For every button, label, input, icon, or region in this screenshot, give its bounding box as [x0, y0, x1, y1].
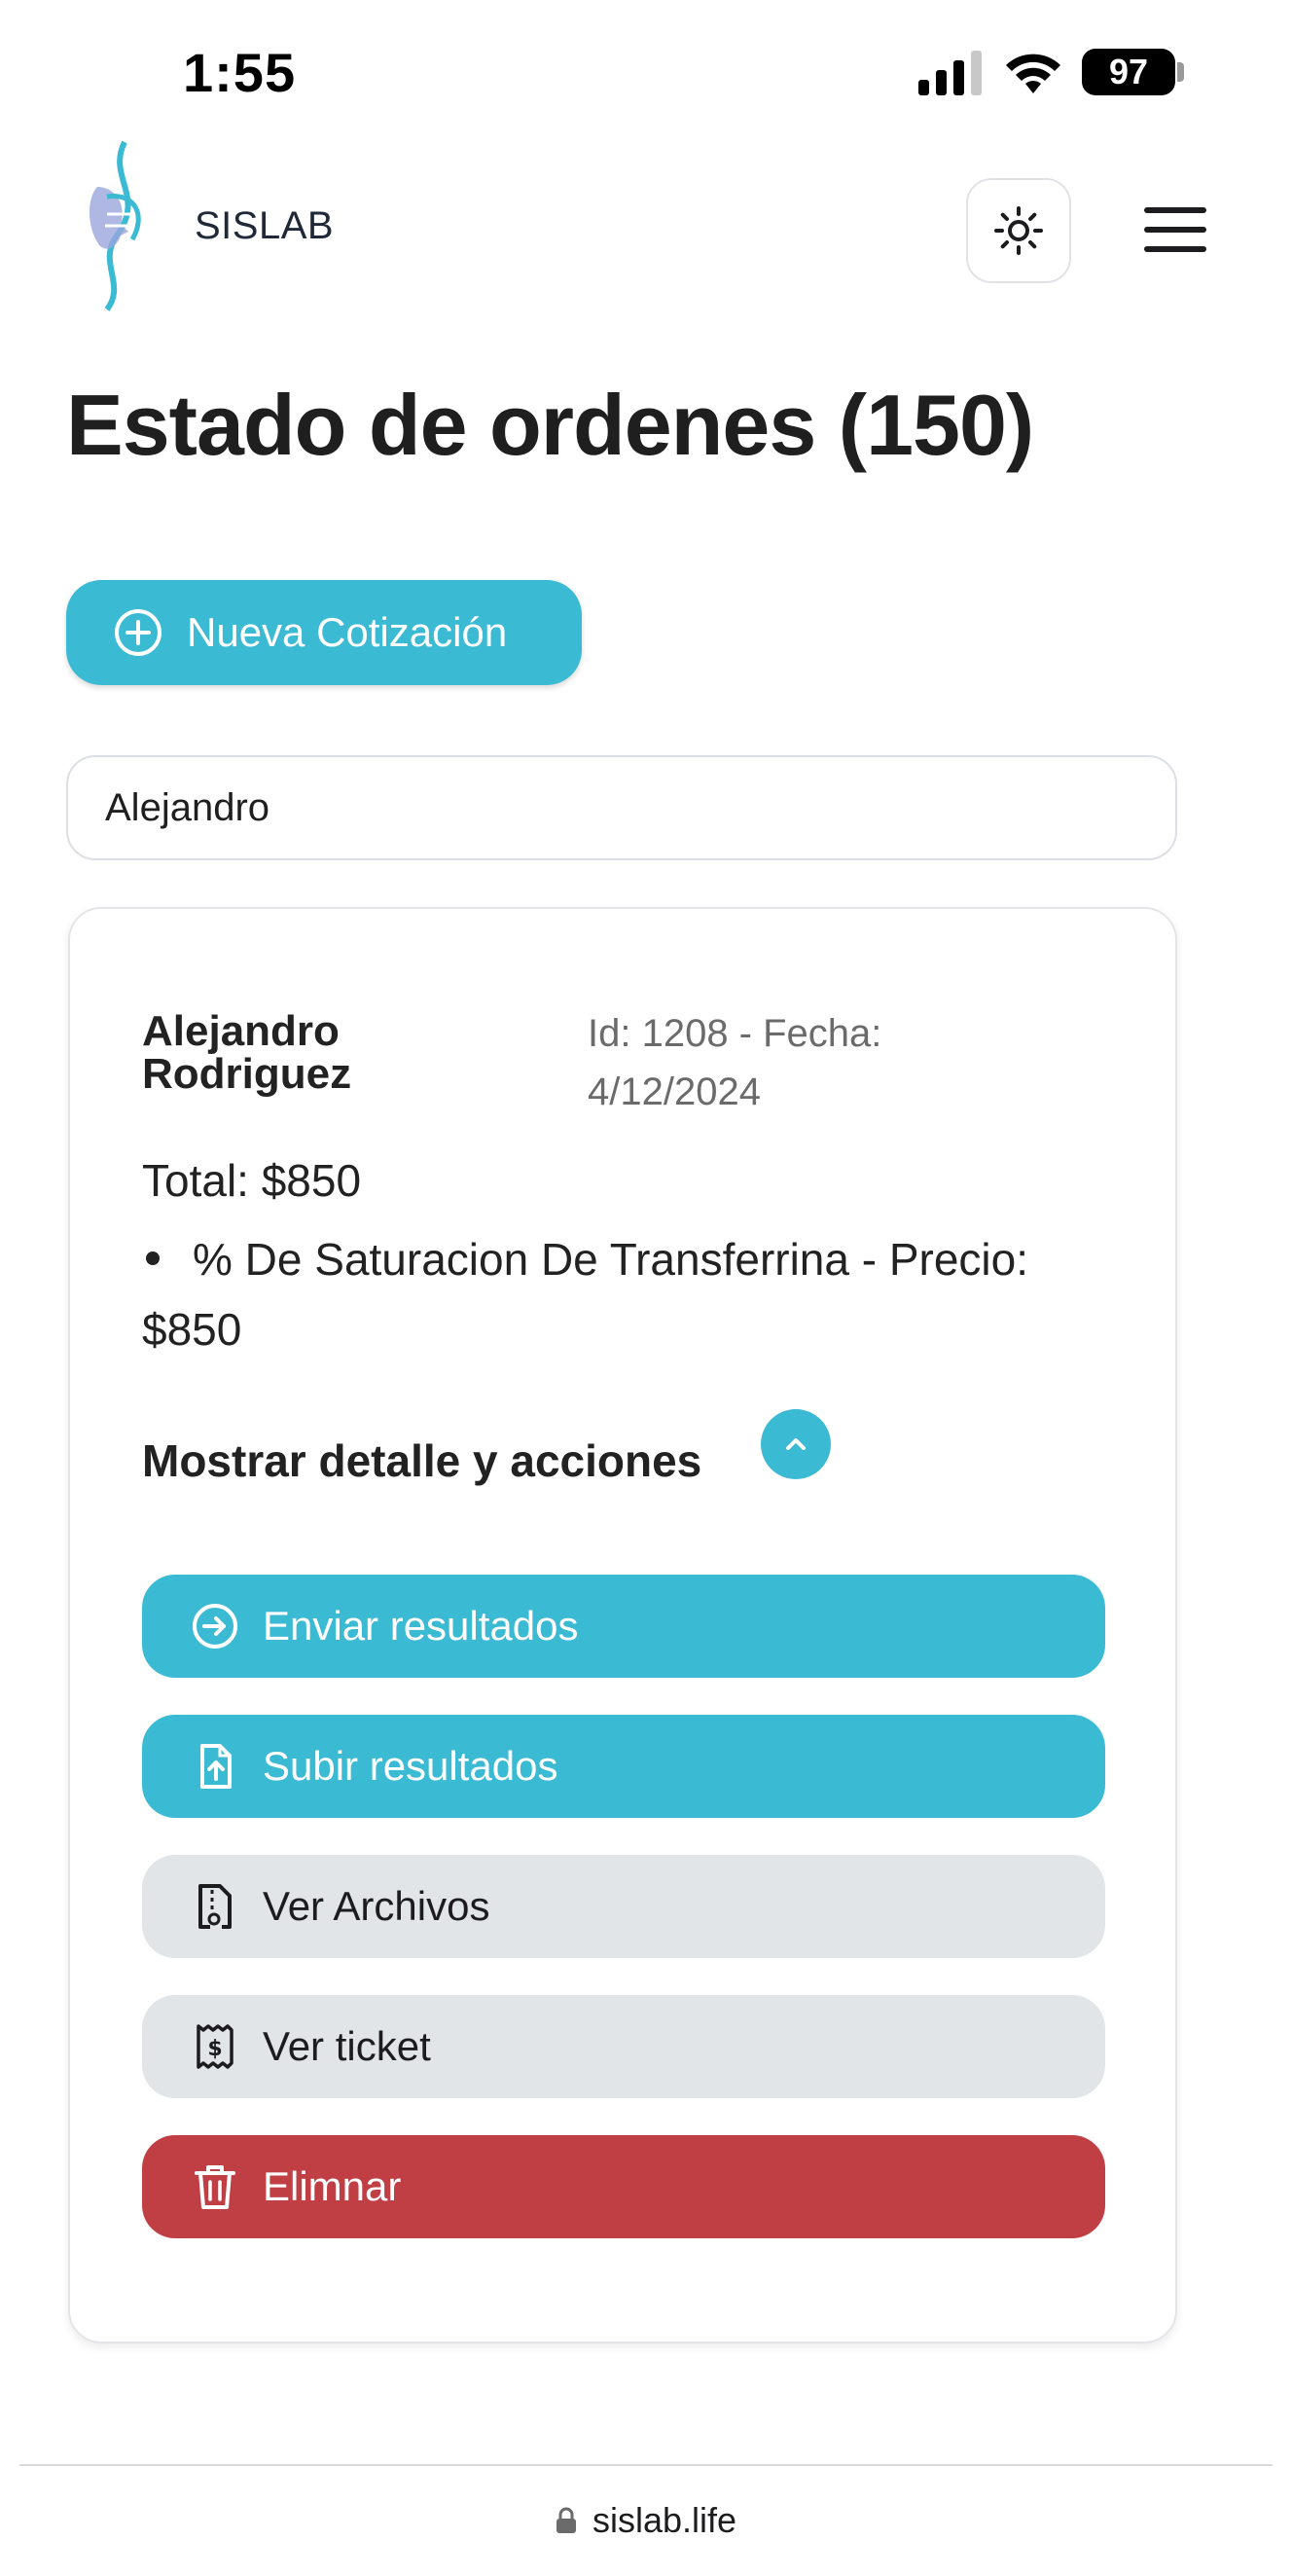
- status-time: 1:55: [183, 42, 297, 103]
- file-upload-icon: [191, 1742, 239, 1791]
- status-bar: 1:55 97: [0, 0, 1292, 146]
- new-quote-label: Nueva Cotización: [187, 609, 508, 655]
- file-zip-icon: [191, 1882, 239, 1931]
- order-card: Alejandro Rodriguez Id: 1208 - Fecha: 4/…: [68, 907, 1177, 2343]
- cellular-signal-icon: [918, 51, 982, 95]
- delete-label: Elimnar: [263, 2163, 402, 2209]
- new-quote-button[interactable]: Nueva Cotización: [66, 580, 582, 685]
- menu-line-icon: [1144, 207, 1206, 213]
- patient-name: Alejandro Rodriguez: [142, 1007, 352, 1098]
- battery-indicator: 97: [1082, 49, 1175, 95]
- arrow-right-circle-icon: [191, 1602, 239, 1651]
- battery-cap-icon: [1177, 62, 1184, 82]
- plus-circle-icon: [115, 609, 162, 656]
- trash-icon: [191, 2162, 239, 2211]
- order-item-text: % De Saturacion De Transferrina - Precio…: [142, 1234, 1029, 1355]
- address-bar[interactable]: sislab.life: [0, 2491, 1292, 2550]
- upload-results-button[interactable]: Subir resultados: [142, 1715, 1105, 1818]
- upload-results-label: Subir resultados: [263, 1743, 558, 1789]
- menu-line-icon: [1144, 246, 1206, 252]
- brand-name: SISLAB: [195, 204, 335, 247]
- view-ticket-label: Ver ticket: [263, 2023, 431, 2069]
- chevron-up-icon: [786, 1438, 806, 1450]
- url-text: sislab.life: [592, 2500, 737, 2540]
- view-ticket-button[interactable]: $ Ver ticket: [142, 1995, 1105, 2098]
- sislab-logo-icon: [90, 140, 141, 311]
- menu-line-icon: [1144, 227, 1206, 233]
- search-input[interactable]: [66, 755, 1177, 860]
- send-results-label: Enviar resultados: [263, 1603, 579, 1649]
- sun-icon: [994, 206, 1043, 255]
- receipt-icon: $: [191, 2022, 239, 2071]
- lock-icon: [556, 2507, 576, 2533]
- list-item: % De Saturacion De Transferrina - Precio…: [142, 1224, 1076, 1364]
- address-bar-divider: [19, 2464, 1273, 2466]
- hamburger-menu-button[interactable]: [1144, 195, 1206, 265]
- send-results-button[interactable]: Enviar resultados: [142, 1575, 1105, 1678]
- bullet-icon: [146, 1251, 160, 1265]
- theme-toggle-button[interactable]: [966, 178, 1071, 283]
- details-toggle-label: Mostrar detalle y acciones: [142, 1435, 702, 1486]
- order-meta: Id: 1208 - Fecha: 4/12/2024: [588, 1012, 882, 1113]
- view-files-button[interactable]: Ver Archivos: [142, 1855, 1105, 1958]
- svg-text:$: $: [207, 2037, 222, 2061]
- page-title: Estado de ordenes (150): [66, 377, 1034, 473]
- view-files-label: Ver Archivos: [263, 1883, 490, 1929]
- order-total: Total: $850: [142, 1155, 362, 1206]
- wifi-icon: [1006, 54, 1060, 93]
- delete-button[interactable]: Elimnar: [142, 2135, 1105, 2238]
- collapse-details-button[interactable]: [761, 1409, 831, 1479]
